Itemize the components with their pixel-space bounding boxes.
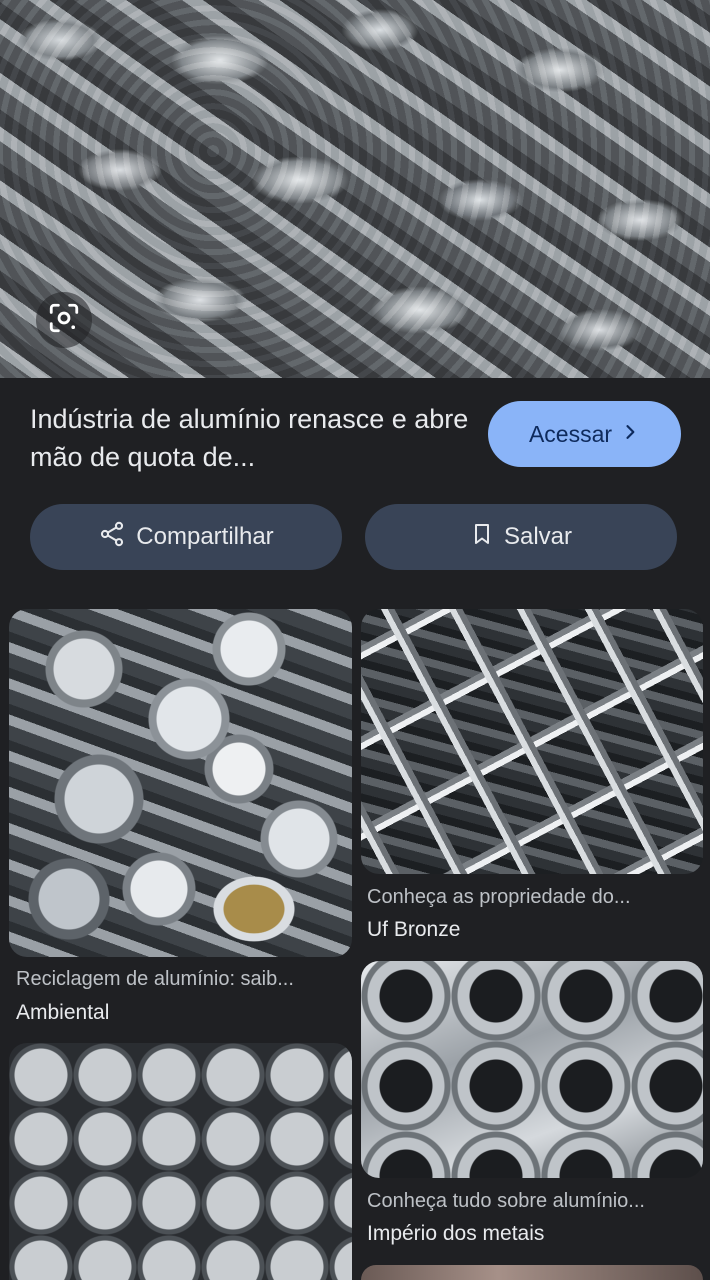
related-source[interactable]: Uf Bronze <box>367 918 460 942</box>
visit-label: Acessar <box>528 420 613 447</box>
save-button[interactable]: Salvar <box>365 504 677 570</box>
image-texture <box>0 0 710 378</box>
lens-button[interactable] <box>36 292 92 348</box>
result-title[interactable]: Indústria de alumínio renasce e abre mão… <box>30 400 470 476</box>
related-source[interactable]: Ambiental <box>16 1001 109 1025</box>
visit-button[interactable]: Acessar <box>488 401 681 467</box>
share-button[interactable]: Compartilhar <box>30 504 342 570</box>
google-lens-icon <box>47 301 81 340</box>
share-icon <box>98 520 126 555</box>
related-image[interactable] <box>361 609 703 874</box>
main-image[interactable] <box>0 0 710 378</box>
related-image[interactable] <box>9 609 352 957</box>
related-source[interactable]: Império dos metais <box>367 1222 544 1246</box>
related-image[interactable] <box>9 1043 352 1280</box>
related-caption[interactable]: Conheça as propriedade do... <box>367 886 697 909</box>
related-caption[interactable]: Reciclagem de alumínio: saib... <box>16 968 346 991</box>
related-caption[interactable]: Conheça tudo sobre alumínio... <box>367 1190 697 1213</box>
save-label: Salvar <box>503 523 573 550</box>
related-image[interactable] <box>361 961 703 1178</box>
chevron-right-icon <box>620 421 640 448</box>
related-image[interactable] <box>361 1265 703 1280</box>
bookmark-icon <box>470 521 494 554</box>
share-label: Compartilhar <box>136 523 274 550</box>
